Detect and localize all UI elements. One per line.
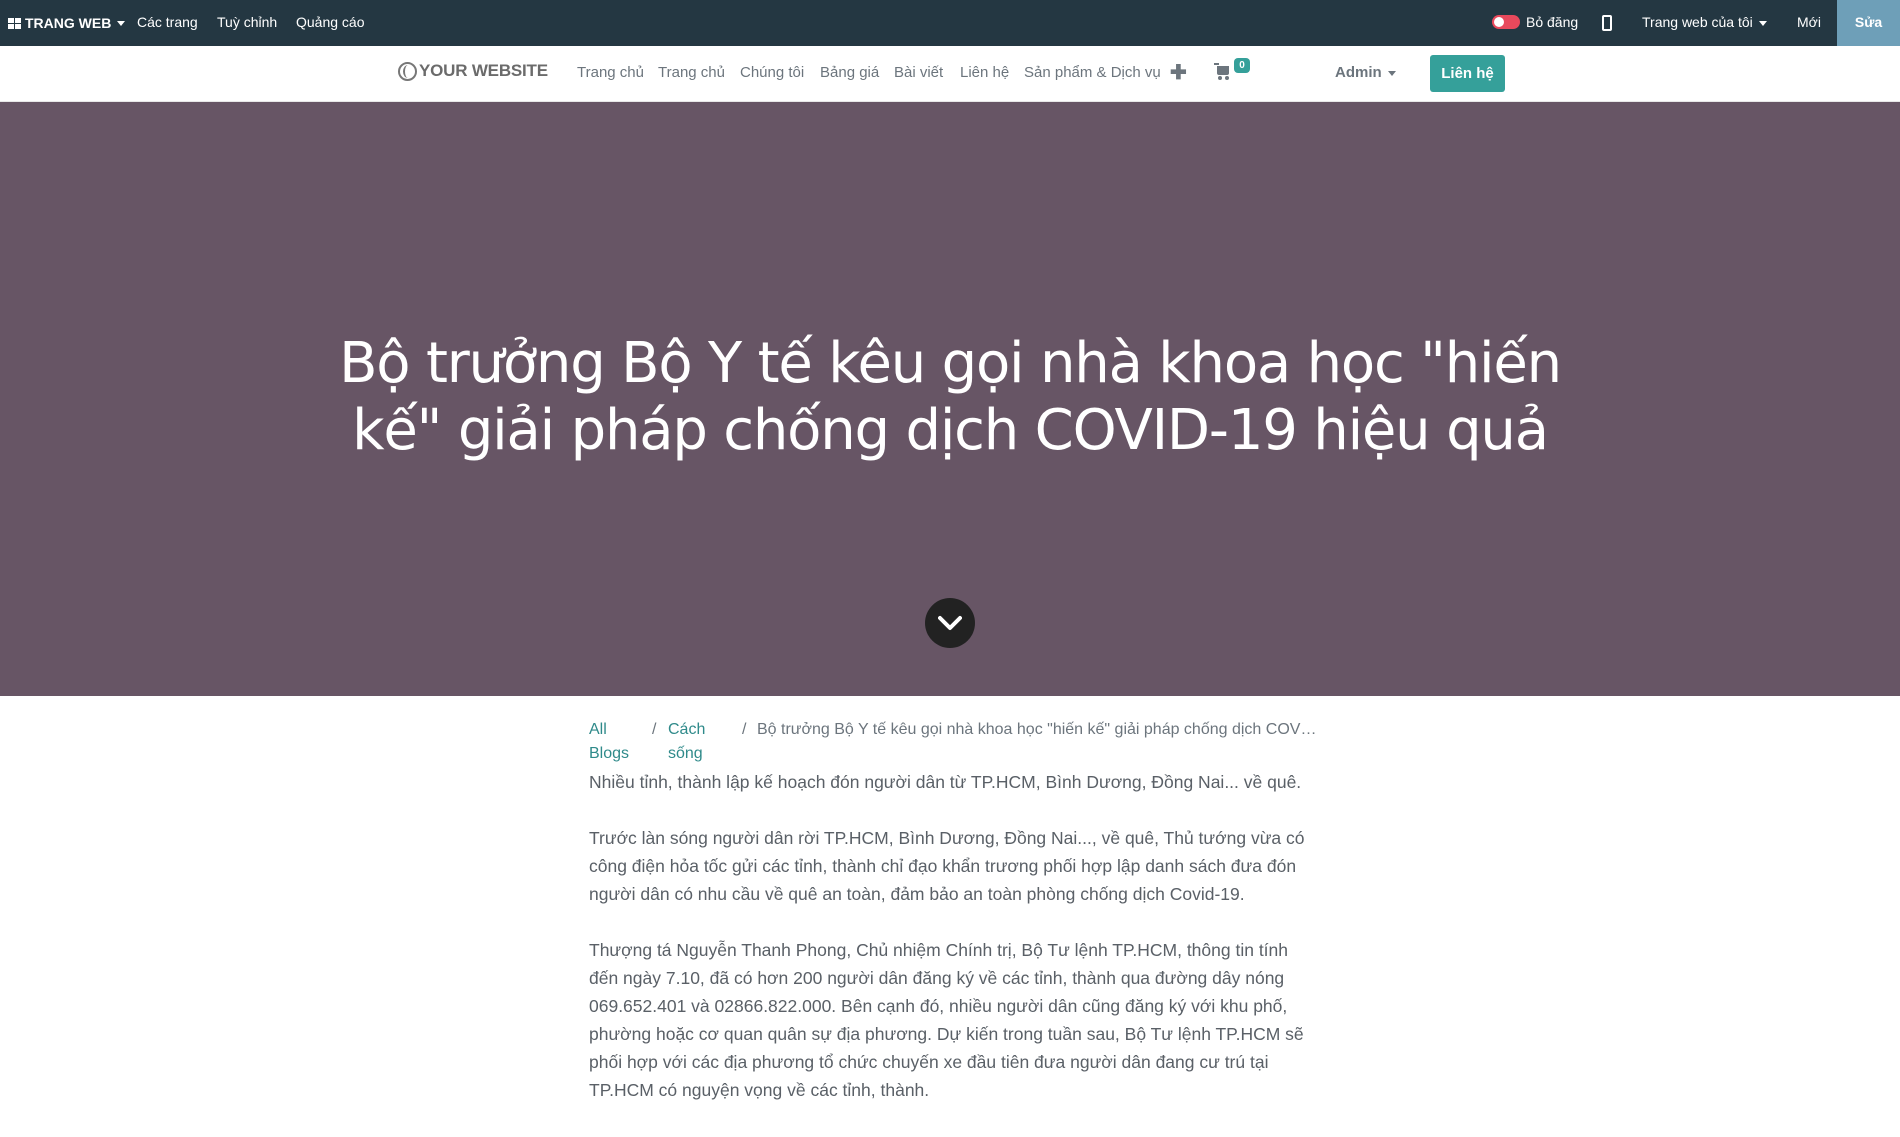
toggle-knob <box>1494 17 1504 27</box>
nav-item-blog[interactable]: Bài viết <box>894 64 943 81</box>
cart-icon <box>1217 66 1229 75</box>
apps-menu-button[interactable]: TRANG WEB <box>8 0 126 46</box>
menu-customize[interactable]: Tuỳ chỉnh <box>217 0 277 46</box>
caret-down-icon <box>1758 20 1767 26</box>
unpublish-label[interactable]: Bỏ đăng <box>1526 0 1578 46</box>
article-paragraph: Nhiều tỉnh, thành lập kế hoạch đón người… <box>589 772 1302 792</box>
breadcrumb-all-blogs[interactable]: All Blogs <box>589 718 629 766</box>
nav-item-home[interactable]: Trang chủ <box>577 64 644 81</box>
cart-icon-handle <box>1214 63 1219 65</box>
cart-wheel <box>1218 76 1222 80</box>
site-logo-text: YOUR WEBSITE <box>419 61 548 80</box>
post-title: Bộ trưởng Bộ Y tế kêu gọi nhà khoa học "… <box>339 331 1562 463</box>
cart-count-badge: 0 <box>1234 58 1250 73</box>
menu-promote[interactable]: Quảng cáo <box>296 0 365 46</box>
breadcrumb: All Blogs / Cách sống / Bộ trưởng Bộ Y t… <box>589 718 1317 768</box>
user-menu-label: Admin <box>1335 64 1382 81</box>
nav-item-products[interactable]: Sản phẩm & Dịch vụ <box>1024 64 1161 81</box>
breadcrumb-current: Bộ trưởng Bộ Y tế kêu gọi nhà khoa học "… <box>757 721 1317 738</box>
site-logo[interactable]: YOUR WEBSITE <box>398 61 548 81</box>
caret-down-icon <box>117 20 126 26</box>
caret-down-icon <box>1387 70 1396 76</box>
cart-wheel <box>1225 76 1229 80</box>
chevron-down-icon <box>938 616 962 630</box>
publish-toggle[interactable] <box>1492 15 1520 29</box>
breadcrumb-separator: / <box>742 721 747 738</box>
globe-icon <box>398 61 417 81</box>
admin-bar: TRANG WEB Các trang Tuỳ chỉnh Quảng cáo … <box>0 0 1900 46</box>
post-content: All Blogs / Cách sống / Bộ trưởng Bộ Y t… <box>589 718 1317 1132</box>
article-paragraph: Trước làn sóng người dân rời TP.HCM, Bìn… <box>589 828 1305 904</box>
mobile-preview-icon[interactable] <box>1602 15 1612 31</box>
nav-item-about[interactable]: Chúng tôi <box>740 64 804 81</box>
blog-post-hero: Bộ trưởng Bộ Y tế kêu gọi nhà khoa học "… <box>0 102 1900 696</box>
site-header: YOUR WEBSITE Trang chủ Trang chủ Chúng t… <box>0 46 1900 102</box>
apps-menu-label: TRANG WEB <box>25 15 112 31</box>
edit-button[interactable]: Sửa <box>1837 0 1900 46</box>
nav-item-pricing[interactable]: Bảng giá <box>820 64 879 81</box>
website-switcher[interactable]: Trang web của tôi <box>1642 0 1767 46</box>
breadcrumb-category[interactable]: Cách sống <box>652 718 722 766</box>
website-switcher-label: Trang web của tôi <box>1642 14 1753 30</box>
nav-item-home-2[interactable]: Trang chủ <box>658 64 725 81</box>
menu-pages[interactable]: Các trang <box>137 0 198 46</box>
user-menu[interactable]: Admin <box>1335 64 1396 81</box>
nav-item-contact[interactable]: Liên hệ <box>960 64 1009 81</box>
article-paragraph: Thượng tá Nguyễn Thanh Phong, Chủ nhiệm … <box>589 940 1304 1100</box>
contact-us-button[interactable]: Liên hệ <box>1430 55 1505 92</box>
add-menu-item-icon[interactable]: ✚ <box>1170 60 1187 85</box>
apps-grid-icon <box>8 17 21 29</box>
scroll-down-button[interactable] <box>925 598 975 648</box>
new-button[interactable]: Mới <box>1797 0 1821 46</box>
